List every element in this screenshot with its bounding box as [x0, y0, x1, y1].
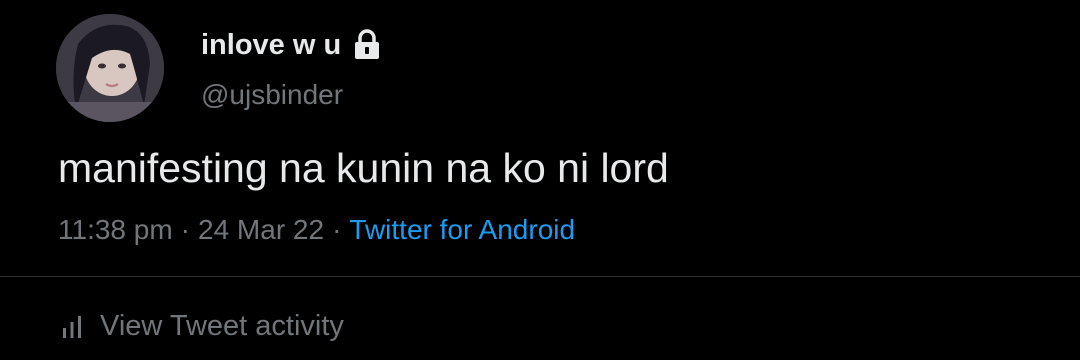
meta-separator: · — [332, 214, 342, 245]
user-handle[interactable]: @ujsbinder — [201, 78, 343, 112]
divider — [0, 276, 1080, 277]
tweet-date[interactable]: 24 Mar 22 — [198, 214, 324, 245]
view-tweet-activity-button[interactable]: View Tweet activity — [62, 308, 344, 344]
analytics-bars-icon — [62, 313, 82, 339]
tweet-text: manifesting na kunin na ko ni lord — [58, 145, 669, 191]
tweet-time[interactable]: 11:38 pm — [58, 214, 173, 245]
tweet-detail: inlove w u @ujsbinder manifesting na kun… — [0, 0, 1080, 360]
meta-separator: · — [180, 214, 190, 245]
avatar[interactable] — [56, 14, 164, 122]
tweet-meta: 11:38 pm · 24 Mar 22 · Twitter for Android — [58, 212, 575, 248]
tweet-source-link[interactable]: Twitter for Android — [349, 214, 575, 245]
view-tweet-activity-label: View Tweet activity — [100, 310, 344, 342]
lock-icon — [353, 29, 381, 61]
display-name[interactable]: inlove w u — [201, 27, 341, 63]
display-name-row[interactable]: inlove w u — [201, 27, 381, 63]
